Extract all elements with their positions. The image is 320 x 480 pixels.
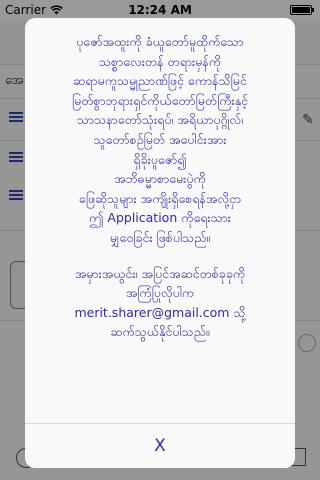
- alert-dialog: ပုဇော်အထူးကို ခံယူတော်မူထိုက်သော သစ္စာလေ…: [25, 18, 295, 468]
- alert-line: မျှဝေခြင်း ဖြစ်ပါသည်။: [109, 229, 211, 245]
- battery-icon: [290, 5, 314, 15]
- alert-line: ဆက်သွယ်နိုင်ပါသည်။: [110, 324, 210, 340]
- alert-line: အကြံပြုလိုပါက: [125, 285, 195, 301]
- alert-line: အဘိဓမ္မာစာမေးပွဲကို: [114, 171, 206, 187]
- alert-line: ဤ Application ကိုရေးသား: [89, 210, 231, 226]
- alert-line: မြတ်စွာဘုရားရှင်ကိုယ်တော်မြတ်ကြီးနှင့်: [72, 92, 248, 108]
- contact-email: merit.sharer@gmail.com သို့: [74, 304, 246, 320]
- alert-line: သစ္စာလေးတန် တရားမှန်ကို: [98, 53, 222, 69]
- status-time: 12:24 AM: [128, 3, 192, 17]
- alert-line: အမှားအယွင်း၊ အပြင်အဆင်တစ်ခုခုကို: [74, 265, 246, 281]
- status-bar: Carrier 12:24 AM: [0, 0, 320, 20]
- alert-message: ပုဇော်အထူးကို ခံယူတော်မူထိုက်သော သစ္စာလေ…: [39, 32, 281, 342]
- close-button-label: X: [154, 436, 166, 456]
- alert-line: သူတော်စဉ်မြတ် အပေါင်းအား: [93, 131, 227, 147]
- alert-line: ပုဇော်အထူးကို ခံယူတော်မူထိုက်သော: [76, 34, 244, 49]
- alert-line: ဖြေဆိုသူများ အကျိုးရှိစေရန်အလို့ငှာ: [78, 190, 242, 206]
- alert-line: ရှိခိုးပူဇော်၍: [133, 151, 187, 167]
- alert-line: ဆရာမကူသမ္မုညာဏ်ဖြင့် ကောန်သိမြင်: [73, 73, 247, 89]
- alert-line: သာသနာတော်သုံးရပ်၊ အရိယာပုဂ္ဂိုလ်၊: [76, 112, 244, 128]
- battery-fill: [292, 7, 310, 13]
- close-button[interactable]: X: [25, 424, 295, 468]
